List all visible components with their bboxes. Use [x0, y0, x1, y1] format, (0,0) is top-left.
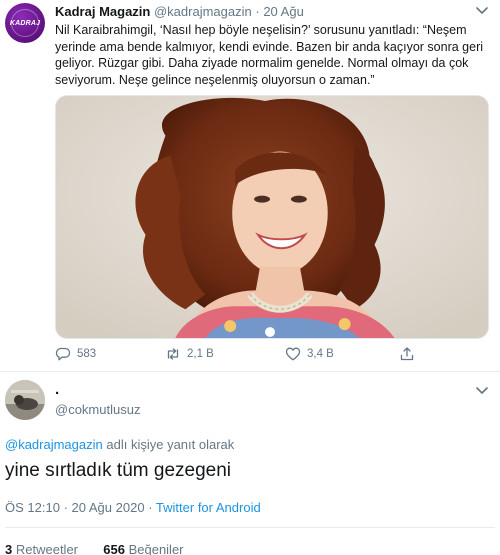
author-handle[interactable]: @kadrajmagazin: [154, 4, 252, 19]
reply-icon: [55, 347, 71, 361]
avatar-photo: [5, 380, 45, 420]
reply-date[interactable]: 20 Ağu 2020: [72, 500, 145, 515]
tweet-date[interactable]: 20 Ağu: [263, 4, 304, 19]
reply-action[interactable]: 583: [55, 346, 96, 362]
separator: ·: [63, 500, 68, 515]
replying-to: @kadrajmagazin adlı kişiye yanıt olarak: [5, 437, 234, 452]
like-action[interactable]: 3,4 B: [285, 346, 334, 362]
like-total: 656: [103, 542, 125, 555]
replying-to-suffix: adlı kişiye yanıt olarak: [106, 437, 235, 452]
replying-to-link[interactable]: @kadrajmagazin: [5, 437, 103, 452]
retweets-stat[interactable]: 3 Retweetler: [5, 542, 82, 555]
avatar[interactable]: KADRAJ: [5, 3, 45, 43]
tweet-header: Kadraj Magazin @kadrajmagazin · 20 Ağu: [55, 4, 304, 19]
separator: ·: [148, 500, 153, 515]
share-action[interactable]: [399, 346, 415, 362]
tweet-text: Nil Karaibrahimgil, ‘Nasıl hep böyle neş…: [55, 23, 484, 87]
divider: [5, 527, 495, 528]
chevron-down-icon[interactable]: [475, 6, 489, 16]
like-icon: [285, 347, 301, 361]
tweet-actions: 583 2,1 B 3,4 B: [55, 346, 475, 366]
likes-stat[interactable]: 656 Beğeniler: [103, 542, 183, 555]
reply-time[interactable]: ÖS 12:10: [5, 500, 60, 515]
chevron-down-icon[interactable]: [475, 386, 489, 396]
reply-text: yine sırtladık tüm gezegeni: [5, 460, 232, 481]
retweet-label: Retweetler: [15, 542, 78, 555]
like-count: 3,4 B: [307, 348, 334, 360]
avatar[interactable]: [5, 380, 45, 420]
reply-author-handle[interactable]: @cokmutlusuz: [55, 402, 140, 417]
share-icon: [400, 347, 414, 361]
reply-author-name[interactable]: .: [55, 381, 59, 398]
retweet-count: 2,1 B: [187, 348, 214, 360]
separator: ·: [255, 4, 260, 19]
retweet-icon: [167, 348, 179, 360]
reply-source[interactable]: Twitter for Android: [156, 500, 261, 515]
tweet-photo[interactable]: [55, 95, 489, 339]
portrait-image: [56, 96, 488, 338]
author-name[interactable]: Kadraj Magazin: [55, 4, 150, 19]
avatar-ring: [11, 9, 39, 37]
like-label: Beğeniler: [128, 542, 184, 555]
reply-count: 583: [77, 348, 97, 360]
reply-timestamp: ÖS 12:10 · 20 Ağu 2020 · Twitter for And…: [5, 500, 261, 515]
retweet-action[interactable]: 2,1 B: [165, 346, 214, 362]
reply-stats: 3 Retweetler 656 Beğeniler: [5, 542, 184, 555]
retweet-total: 3: [5, 542, 13, 555]
original-tweet[interactable]: KADRAJ Kadraj Magazin @kadrajmagazin · 2…: [0, 0, 500, 372]
